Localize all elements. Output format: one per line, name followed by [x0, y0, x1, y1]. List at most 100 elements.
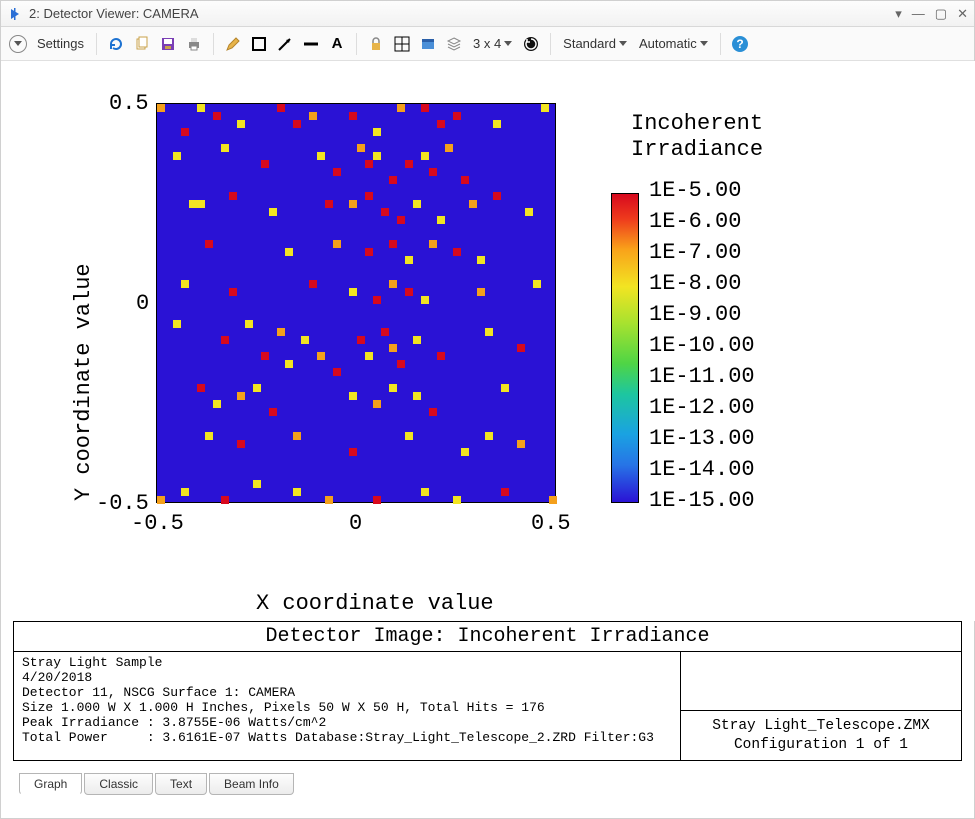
heatmap-pixel [333, 240, 341, 248]
heatmap-pixel [277, 328, 285, 336]
grid-size-button[interactable]: 3 x 4 [469, 36, 516, 51]
colorbar-title: Incoherent Irradiance [631, 111, 763, 164]
colorbar-tick-label: 1E-6.00 [649, 209, 741, 234]
heatmap-pixel [397, 104, 405, 112]
copy-icon[interactable] [131, 33, 153, 55]
tab-classic[interactable]: Classic [84, 773, 153, 795]
lock-icon[interactable] [365, 33, 387, 55]
dropdown-icon[interactable]: ▾ [895, 7, 902, 20]
heatmap-pixel [413, 336, 421, 344]
heatmap-pixel [501, 384, 509, 392]
tab-graph[interactable]: Graph [19, 773, 82, 795]
mode-automatic-label: Automatic [639, 36, 697, 51]
heatmap-pixel [237, 392, 245, 400]
heatmap-pixel [517, 344, 525, 352]
heatmap-pixel [357, 336, 365, 344]
fit-icon[interactable] [391, 33, 413, 55]
heatmap-pixel [349, 112, 357, 120]
heatmap-pixel [173, 152, 181, 160]
heatmap-pixel [349, 448, 357, 456]
heatmap-pixel [213, 400, 221, 408]
heatmap-pixel [357, 144, 365, 152]
heatmap-pixel [325, 496, 333, 504]
heatmap-pixel [389, 176, 397, 184]
minimize-button[interactable]: — [912, 7, 925, 20]
heatmap-pixel [205, 240, 213, 248]
heatmap-pixel [389, 344, 397, 352]
heatmap-pixel [333, 368, 341, 376]
x-tick: -0.5 [131, 511, 184, 536]
colorbar-tick-label: 1E-12.00 [649, 395, 755, 420]
heatmap-pixel [349, 200, 357, 208]
heatmap-pixel [213, 112, 221, 120]
heatmap-pixel [421, 296, 429, 304]
close-button[interactable]: ✕ [957, 7, 968, 20]
settings-button[interactable]: Settings [33, 36, 88, 51]
pencil-icon[interactable] [222, 33, 244, 55]
heatmap-pixel [437, 352, 445, 360]
info-filename: Stray Light_Telescope.ZMX [687, 717, 955, 735]
heatmap-pixel [317, 352, 325, 360]
heatmap-pixel [373, 400, 381, 408]
heatmap-pixel [493, 120, 501, 128]
window-icon[interactable] [417, 33, 439, 55]
heatmap-pixel [421, 488, 429, 496]
heatmap-pixel [261, 160, 269, 168]
colorbar-tick-label: 1E-9.00 [649, 302, 741, 327]
heatmap-pixel [429, 240, 437, 248]
mode-standard-button[interactable]: Standard [559, 36, 631, 51]
colorbar-tick-label: 1E-15.00 [649, 488, 755, 513]
heatmap-plot[interactable] [156, 103, 556, 503]
heatmap-pixel [485, 328, 493, 336]
x-tick: 0 [349, 511, 362, 536]
heatmap-pixel [237, 440, 245, 448]
heatmap-pixel [181, 488, 189, 496]
heatmap-pixel [157, 496, 165, 504]
heatmap-pixel [229, 288, 237, 296]
heatmap-pixel [397, 360, 405, 368]
heatmap-pixel [285, 360, 293, 368]
heatmap-pixel [245, 320, 253, 328]
text-icon[interactable]: A [326, 33, 348, 55]
layers-icon[interactable] [443, 33, 465, 55]
heatmap-pixel [373, 152, 381, 160]
tab-text[interactable]: Text [155, 773, 207, 795]
help-icon[interactable]: ? [729, 33, 751, 55]
save-icon[interactable] [157, 33, 179, 55]
x-tick: 0.5 [531, 511, 571, 536]
heatmap-pixel [365, 352, 373, 360]
rectangle-icon[interactable] [248, 33, 270, 55]
heatmap-pixel [461, 176, 469, 184]
heatmap-pixel [517, 440, 525, 448]
heatmap-pixel [333, 168, 341, 176]
info-panel: Detector Image: Incoherent Irradiance St… [13, 621, 962, 761]
heatmap-pixel [325, 200, 333, 208]
heatmap-pixel [389, 384, 397, 392]
settings-label: Settings [37, 36, 84, 51]
colorbar [611, 193, 639, 503]
heatmap-pixel [453, 248, 461, 256]
line-icon[interactable] [300, 33, 322, 55]
heatmap-pixel [541, 104, 549, 112]
heatmap-pixel [437, 216, 445, 224]
app-icon [7, 6, 23, 22]
reload-icon[interactable] [520, 33, 542, 55]
heatmap-pixel [429, 168, 437, 176]
heatmap-pixel [429, 408, 437, 416]
info-config: Configuration 1 of 1 [687, 736, 955, 754]
heatmap-pixel [389, 280, 397, 288]
heatmap-pixel [389, 240, 397, 248]
heatmap-pixel [309, 280, 317, 288]
expand-button[interactable] [7, 33, 29, 55]
refresh-icon[interactable] [105, 33, 127, 55]
heatmap-pixel [293, 488, 301, 496]
print-icon[interactable] [183, 33, 205, 55]
mode-automatic-button[interactable]: Automatic [635, 36, 712, 51]
arrow-icon[interactable] [274, 33, 296, 55]
heatmap-pixel [421, 104, 429, 112]
tab-beam-info[interactable]: Beam Info [209, 773, 294, 795]
heatmap-pixel [237, 120, 245, 128]
maximize-button[interactable]: ▢ [935, 7, 947, 20]
heatmap-pixel [277, 104, 285, 112]
colorbar-tick-label: 1E-5.00 [649, 178, 741, 203]
